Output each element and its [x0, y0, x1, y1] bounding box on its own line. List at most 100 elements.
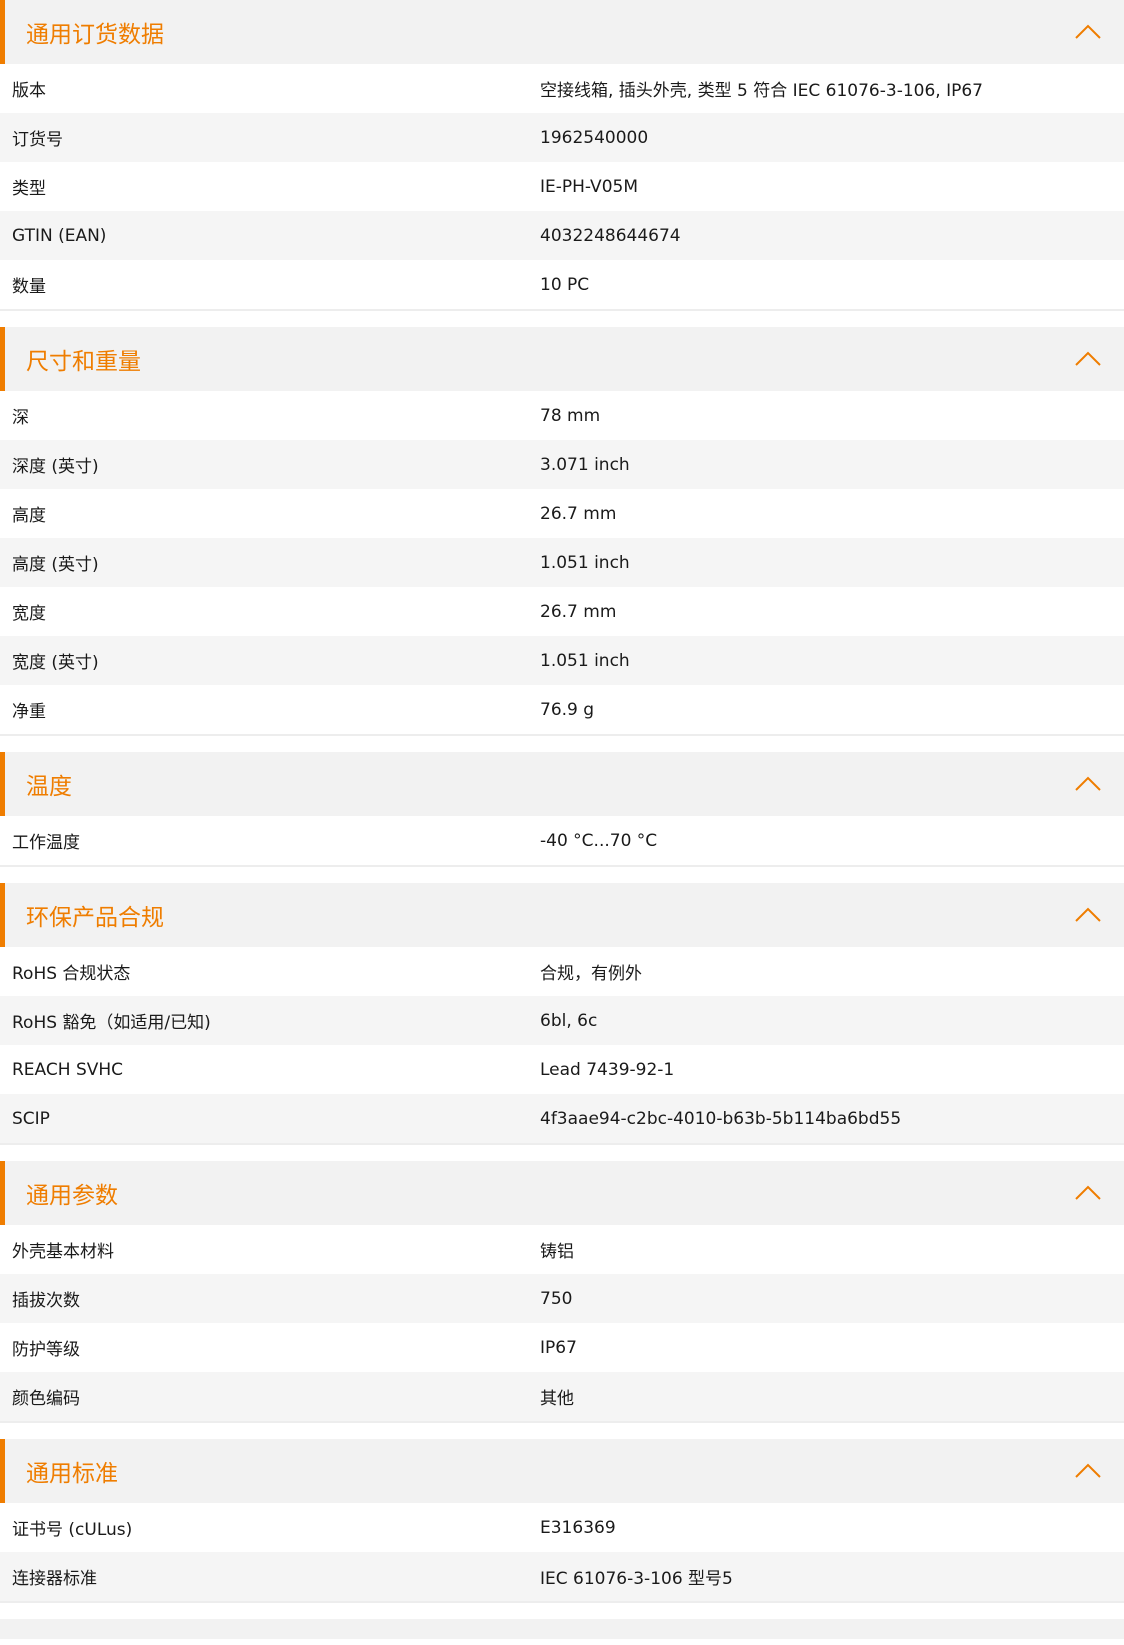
- spec-row: 数量 10 PC: [0, 260, 1124, 309]
- spec-label: 防护等级: [12, 1340, 80, 1360]
- spec-row: 插拔次数 750: [0, 1274, 1124, 1323]
- spec-row: 颜色编码 其他: [0, 1372, 1124, 1421]
- spec-value: Lead 7439-92-1: [540, 1059, 675, 1080]
- spec-row: 高度 (英寸) 1.051 inch: [0, 538, 1124, 587]
- section-gap: [0, 1603, 1124, 1619]
- spec-value: 4032248644674: [540, 225, 681, 246]
- section-header[interactable]: 通用订货数据: [0, 0, 1124, 64]
- spec-section: 环保产品合规 RoHS 合规状态 合规，有例外 RoHS 豁免（如适用/已知) 6bl,…: [0, 883, 1124, 1145]
- section-title: 通用参数: [26, 1183, 118, 1209]
- spec-label: 深: [12, 408, 29, 428]
- spec-rows: 深 78 mm 深度 (英寸) 3.071 inch 高度 26.7 mm 高度 (英寸) 1…: [0, 391, 1124, 736]
- spec-value: 6bl, 6c: [540, 1010, 598, 1031]
- spec-value: 其他: [540, 1389, 574, 1409]
- spec-value: 3.071 inch: [540, 454, 630, 475]
- spec-row: 净重 76.9 g: [0, 685, 1124, 734]
- spec-row: 深度 (英寸) 3.071 inch: [0, 440, 1124, 489]
- spec-sheet: 通用订货数据版本 空接线箱, 插头外壳, 类型 5 符合 IEC 61076-3-…: [0, 0, 1124, 1639]
- section-title: 尺寸和重量: [26, 349, 141, 375]
- spec-value: 空接线箱, 插头外壳, 类型 5 符合 IEC 61076-3-106, IP6…: [540, 81, 983, 101]
- spec-section: 通用参数外壳基本材料 铸铝插拔次数 750 防护等级 IP67 颜色编码 其他: [0, 1161, 1124, 1423]
- spec-label: 颜色编码: [12, 1389, 80, 1409]
- spec-label: 工作温度: [12, 833, 80, 853]
- section-title: 通用订货数据: [26, 22, 164, 48]
- spec-label: REACH SVHC: [12, 1059, 124, 1080]
- spec-label: GTIN (EAN): [12, 225, 107, 246]
- spec-rows: RoHS 合规状态 合规，有例外 RoHS 豁免（如适用/已知) 6bl, 6c REA…: [0, 947, 1124, 1145]
- spec-value: 铸铝: [540, 1242, 574, 1262]
- spec-value: 750: [540, 1288, 573, 1309]
- spec-row: 外壳基本材料 铸铝: [0, 1225, 1124, 1274]
- section-gap: [0, 1145, 1124, 1161]
- chevron-up-icon[interactable]: [1074, 772, 1102, 796]
- spec-rows: 版本 空接线箱, 插头外壳, 类型 5 符合 IEC 61076-3-106, I…: [0, 64, 1124, 311]
- chevron-up-icon[interactable]: [1074, 347, 1102, 371]
- spec-label: 高度 (英寸): [12, 555, 99, 575]
- spec-label: SCIP: [12, 1108, 50, 1129]
- section-title: 温度: [26, 774, 72, 800]
- spec-label: 外壳基本材料: [12, 1242, 114, 1262]
- spec-value: IE-PH-V05M: [540, 176, 638, 197]
- spec-value: 26.7 mm: [540, 503, 617, 524]
- section-header[interactable]: 尺寸和重量: [0, 327, 1124, 391]
- spec-row: 高度 26.7 mm: [0, 489, 1124, 538]
- spec-row: 证书号 (cULus) E316369: [0, 1503, 1124, 1552]
- section-header[interactable]: 通用参数: [0, 1161, 1124, 1225]
- spec-label: 类型: [12, 179, 46, 199]
- spec-value: 4f3aae94-c2bc-4010-b63b-5b114ba6bd55: [540, 1108, 902, 1129]
- next-section-header[interactable]: [0, 1619, 1124, 1639]
- spec-value: E316369: [540, 1517, 616, 1538]
- spec-rows: 外壳基本材料 铸铝插拔次数 750 防护等级 IP67 颜色编码 其他: [0, 1225, 1124, 1423]
- section-title: 环保产品合规: [26, 905, 164, 931]
- spec-value: 78 mm: [540, 405, 601, 426]
- spec-section: 尺寸和重量深 78 mm 深度 (英寸) 3.071 inch 高度 26.7 mm 高度 …: [0, 327, 1124, 736]
- spec-row: 宽度 (英寸) 1.051 inch: [0, 636, 1124, 685]
- spec-label: RoHS 合规状态: [12, 964, 131, 984]
- section-gap: [0, 867, 1124, 883]
- spec-row: 防护等级 IP67: [0, 1323, 1124, 1372]
- spec-value: 76.9 g: [540, 699, 595, 720]
- spec-value: 合规，有例外: [540, 964, 642, 984]
- spec-rows: 证书号 (cULus) E316369 连接器标准 IEC 61076-3-106 型…: [0, 1503, 1124, 1603]
- spec-label: 插拔次数: [12, 1291, 80, 1311]
- spec-value: 26.7 mm: [540, 601, 617, 622]
- spec-row: 类型 IE-PH-V05M: [0, 162, 1124, 211]
- spec-value: IP67: [540, 1337, 577, 1358]
- spec-value: 1.051 inch: [540, 552, 630, 573]
- spec-section: 通用标准证书号 (cULus) E316369 连接器标准 IEC 61076-3-1…: [0, 1439, 1124, 1603]
- spec-row: 连接器标准 IEC 61076-3-106 型号5: [0, 1552, 1124, 1601]
- section-header[interactable]: 温度: [0, 752, 1124, 816]
- spec-label: 净重: [12, 702, 46, 722]
- spec-row: REACH SVHC Lead 7439-92-1: [0, 1045, 1124, 1094]
- spec-value: -40 °C...70 °C: [540, 830, 658, 851]
- spec-label: 宽度: [12, 604, 46, 624]
- spec-label: RoHS 豁免（如适用/已知): [12, 1013, 211, 1033]
- chevron-up-icon[interactable]: [1074, 20, 1102, 44]
- spec-label: 订货号: [12, 130, 63, 150]
- spec-row: 版本 空接线箱, 插头外壳, 类型 5 符合 IEC 61076-3-106, I…: [0, 64, 1124, 113]
- spec-row: GTIN (EAN) 4032248644674: [0, 211, 1124, 260]
- spec-label: 宽度 (英寸): [12, 653, 99, 673]
- section-gap: [0, 1423, 1124, 1439]
- spec-label: 版本: [12, 81, 46, 101]
- spec-section: 通用订货数据版本 空接线箱, 插头外壳, 类型 5 符合 IEC 61076-3-…: [0, 0, 1124, 311]
- spec-row: RoHS 豁免（如适用/已知) 6bl, 6c: [0, 996, 1124, 1045]
- chevron-up-icon[interactable]: [1074, 903, 1102, 927]
- spec-label: 深度 (英寸): [12, 457, 99, 477]
- spec-label: 连接器标准: [12, 1569, 97, 1589]
- section-header[interactable]: 环保产品合规: [0, 883, 1124, 947]
- section-header[interactable]: 通用标准: [0, 1439, 1124, 1503]
- spec-label: 高度: [12, 506, 46, 526]
- spec-value: IEC 61076-3-106 型号5: [540, 1569, 733, 1589]
- spec-section: 温度工作温度 -40 °C...70 °C: [0, 752, 1124, 867]
- spec-row: 宽度 26.7 mm: [0, 587, 1124, 636]
- spec-label: 证书号 (cULus): [12, 1520, 133, 1540]
- spec-row: 工作温度 -40 °C...70 °C: [0, 816, 1124, 865]
- spec-value: 1962540000: [540, 127, 649, 148]
- spec-row: 深 78 mm: [0, 391, 1124, 440]
- spec-rows: 工作温度 -40 °C...70 °C: [0, 816, 1124, 867]
- section-gap: [0, 311, 1124, 327]
- chevron-up-icon[interactable]: [1074, 1459, 1102, 1483]
- chevron-up-icon[interactable]: [1074, 1181, 1102, 1205]
- section-title: 通用标准: [26, 1461, 118, 1487]
